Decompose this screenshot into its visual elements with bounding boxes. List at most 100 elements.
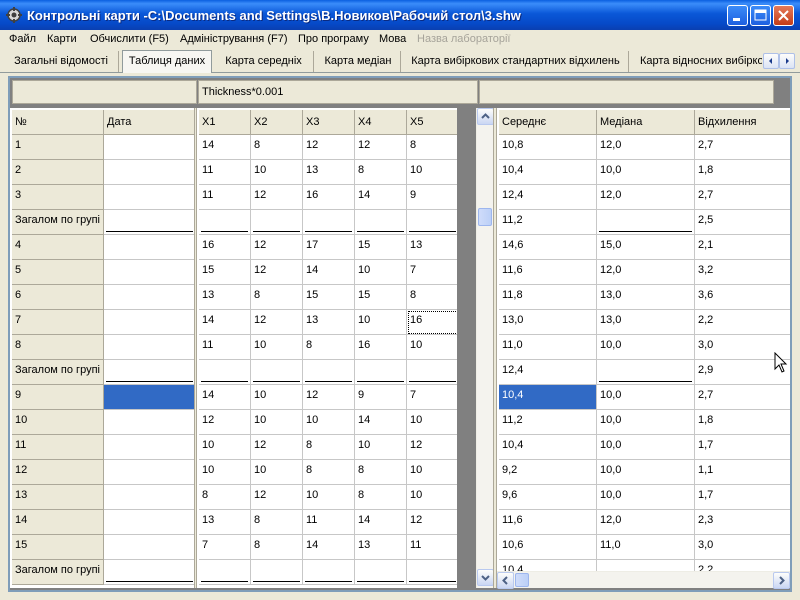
measurement-cell[interactable]: 10	[407, 335, 457, 360]
mean-cell[interactable]: 11,8	[499, 285, 597, 310]
row-header[interactable]: 15	[12, 535, 104, 560]
menu-charts[interactable]: Карти	[47, 33, 77, 45]
measurement-cell[interactable]: 10	[407, 485, 457, 510]
menu-language[interactable]: Мова	[379, 33, 406, 45]
measurement-cell[interactable]: 10	[303, 410, 355, 435]
measurement-cell[interactable]: 10	[407, 160, 457, 185]
deviation-cell[interactable]: 1,1	[695, 460, 790, 485]
date-cell[interactable]	[104, 360, 194, 385]
deviation-cell[interactable]: 3,0	[695, 535, 790, 560]
measurement-cell[interactable]: 10	[251, 160, 303, 185]
measurement-cell[interactable]: 11	[303, 510, 355, 535]
measurement-cell[interactable]: 8	[251, 135, 303, 160]
mean-cell[interactable]: 11,6	[499, 510, 597, 535]
mean-cell[interactable]: 9,2	[499, 460, 597, 485]
median-cell[interactable]: 10,0	[597, 460, 695, 485]
measurement-cell[interactable]: 10	[251, 460, 303, 485]
mean-cell[interactable]: 9,6	[499, 485, 597, 510]
row-header[interactable]: 11	[12, 435, 104, 460]
measurement-cell[interactable]: 14	[199, 135, 251, 160]
measurement-cell[interactable]: 13	[199, 285, 251, 310]
measurement-cell[interactable]: 13	[303, 160, 355, 185]
measurement-cell[interactable]: 10	[355, 260, 407, 285]
deviation-cell[interactable]: 1,7	[695, 435, 790, 460]
row-header[interactable]: 9	[12, 385, 104, 410]
median-cell[interactable]: 15,0	[597, 235, 695, 260]
column-header-date[interactable]: Дата	[104, 110, 194, 135]
deviation-cell[interactable]: 1,8	[695, 410, 790, 435]
column-header-x5[interactable]: X5	[407, 110, 457, 135]
median-cell[interactable]	[597, 360, 695, 385]
median-cell[interactable]: 12,0	[597, 260, 695, 285]
title-bar[interactable]: Контрольні карти -C:\Documents and Setti…	[0, 0, 800, 30]
date-cell[interactable]	[104, 210, 194, 235]
measurement-cell[interactable]: 12	[407, 435, 457, 460]
column-header-x4[interactable]: X4	[355, 110, 407, 135]
column-header-median[interactable]: Медіана	[597, 110, 695, 135]
measurement-cell[interactable]: 14	[303, 535, 355, 560]
date-cell[interactable]	[104, 510, 194, 535]
row-header[interactable]: 12	[12, 460, 104, 485]
row-header[interactable]: 2	[12, 160, 104, 185]
median-cell[interactable]: 10,0	[597, 160, 695, 185]
date-cell[interactable]	[104, 260, 194, 285]
minimize-button[interactable]	[727, 5, 748, 26]
row-header[interactable]: 10	[12, 410, 104, 435]
row-header[interactable]: 8	[12, 335, 104, 360]
date-cell[interactable]	[104, 135, 194, 160]
deviation-cell[interactable]: 1,8	[695, 160, 790, 185]
mean-cell[interactable]: 10,4	[499, 160, 597, 185]
mean-cell[interactable]: 13,0	[499, 310, 597, 335]
measurement-cell[interactable]: 8	[303, 435, 355, 460]
measurement-cell[interactable]: 8	[355, 160, 407, 185]
measurement-cell[interactable]: 9	[407, 185, 457, 210]
measurement-cell[interactable]: 8	[355, 485, 407, 510]
maximize-button[interactable]	[750, 5, 771, 26]
measurement-cell[interactable]: 14	[199, 310, 251, 335]
measurement-cell[interactable]: 12	[407, 510, 457, 535]
mean-cell[interactable]: 14,6	[499, 235, 597, 260]
group-total-row-header[interactable]: Загалом по групі	[12, 360, 104, 385]
measurement-cell[interactable]: 15	[303, 285, 355, 310]
measurement-cell[interactable]	[251, 560, 303, 585]
measurement-cell[interactable]	[303, 560, 355, 585]
measurement-cell[interactable]: 12	[251, 235, 303, 260]
measurement-cell[interactable]: 12	[303, 385, 355, 410]
row-header[interactable]: 14	[12, 510, 104, 535]
measurement-cell[interactable]	[355, 560, 407, 585]
mean-cell[interactable]: 12,4	[499, 185, 597, 210]
measurement-cell[interactable]: 15	[199, 260, 251, 285]
measurement-cell[interactable]	[199, 360, 251, 385]
measurement-cell[interactable]	[303, 360, 355, 385]
median-cell[interactable]: 10,0	[597, 410, 695, 435]
measurement-cell[interactable]: 10	[355, 435, 407, 460]
deviation-cell[interactable]: 2,2	[695, 310, 790, 335]
median-cell[interactable]: 12,0	[597, 510, 695, 535]
median-cell[interactable]: 13,0	[597, 285, 695, 310]
measurement-cell[interactable]	[355, 210, 407, 235]
deviation-cell[interactable]: 2,7	[695, 185, 790, 210]
measurement-cell[interactable]: 10	[199, 460, 251, 485]
median-cell[interactable]: 13,0	[597, 310, 695, 335]
tab-scroll-left-button[interactable]	[763, 53, 779, 69]
measurement-cell[interactable]: 10	[251, 410, 303, 435]
mean-cell[interactable]: 10,4	[499, 435, 597, 460]
measurement-cell[interactable]	[199, 560, 251, 585]
measurement-cell[interactable]: 17	[303, 235, 355, 260]
measurement-cell[interactable]: 9	[355, 385, 407, 410]
close-button[interactable]	[773, 5, 794, 26]
measurement-cell[interactable]: 8	[407, 135, 457, 160]
measurement-cell[interactable]: 14	[355, 185, 407, 210]
measurement-cell[interactable]: 12	[251, 185, 303, 210]
measurement-cell[interactable]: 8	[407, 285, 457, 310]
column-header-number[interactable]: №	[12, 110, 104, 135]
measurement-cell[interactable]: 12	[251, 485, 303, 510]
median-cell[interactable]: 10,0	[597, 485, 695, 510]
measurement-cell[interactable]: 8	[355, 460, 407, 485]
measurement-cell[interactable]	[199, 210, 251, 235]
scroll-up-button[interactable]	[477, 108, 494, 125]
tab-stddev-chart[interactable]: Карта вибіркових стандартних відхилень	[403, 51, 629, 72]
median-cell[interactable]	[597, 210, 695, 235]
median-cell[interactable]	[597, 560, 695, 571]
tab-means-chart[interactable]: Карта середніх	[214, 51, 314, 72]
